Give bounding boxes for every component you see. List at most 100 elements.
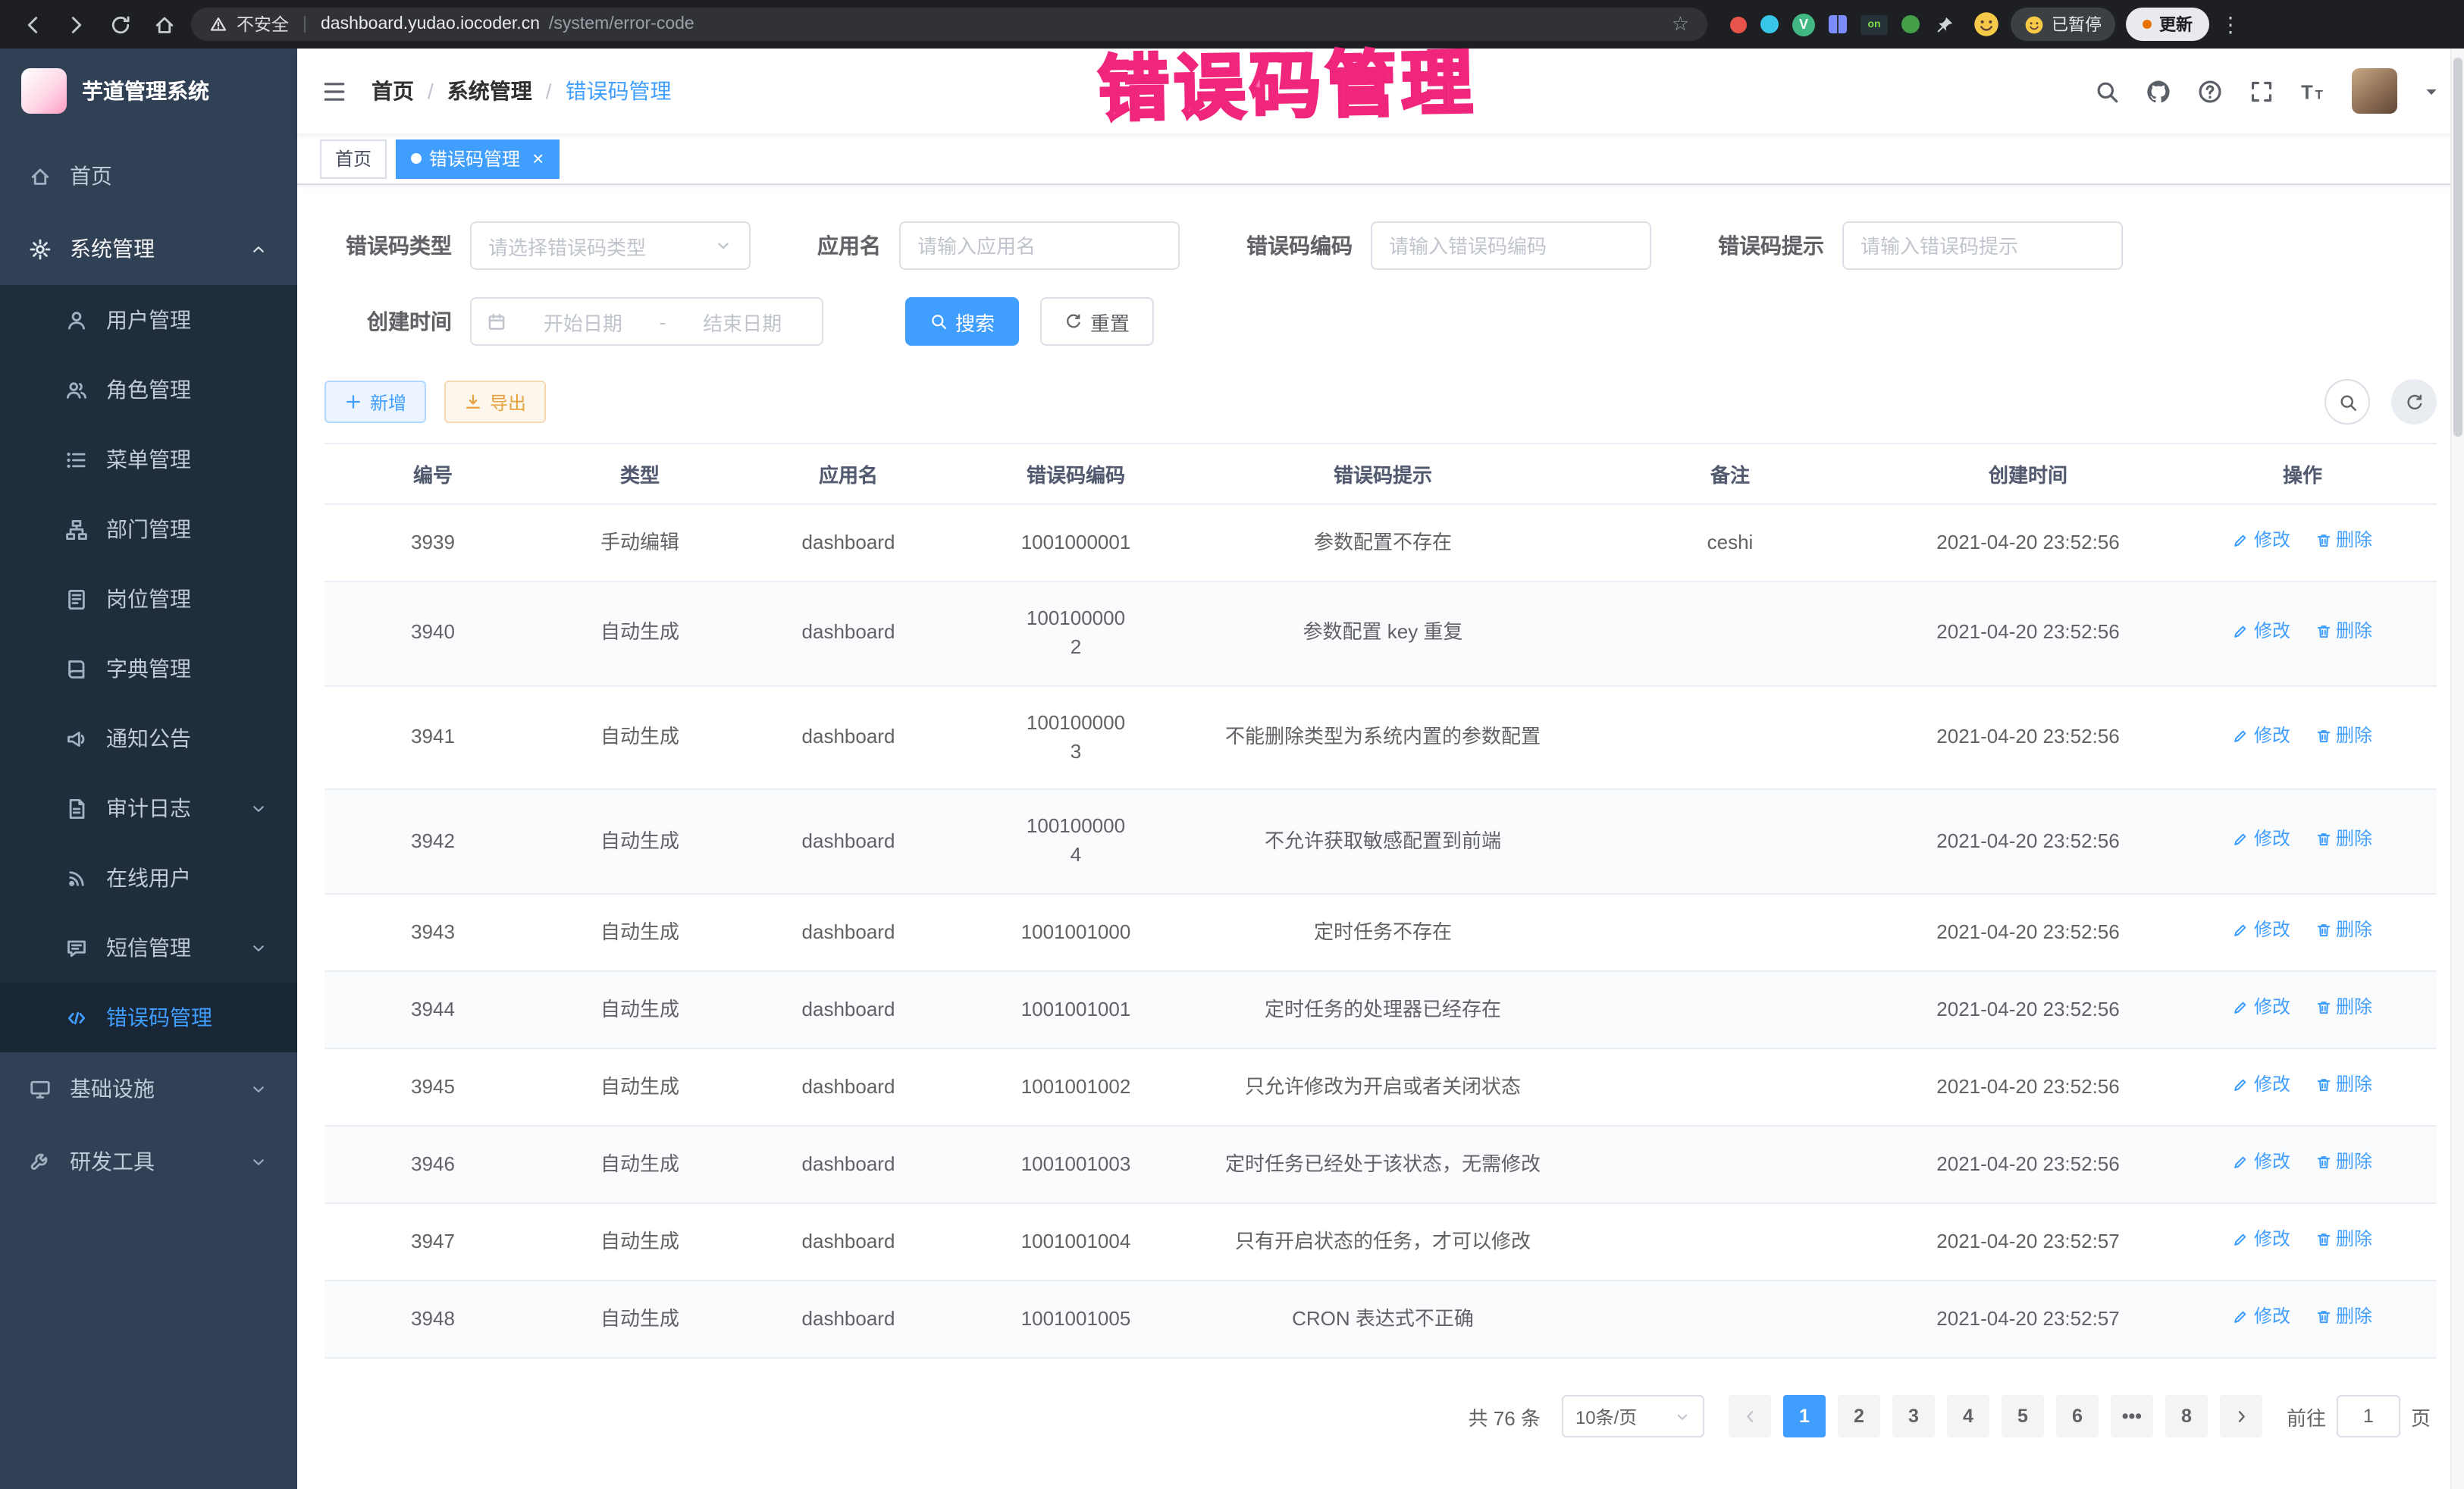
browser-profile-avatar[interactable] xyxy=(1973,11,2000,38)
reset-button[interactable]: 重置 xyxy=(1040,297,1154,346)
user-avatar[interactable] xyxy=(2352,68,2397,114)
search-button[interactable]: 搜索 xyxy=(905,297,1019,346)
back-icon[interactable] xyxy=(15,8,49,41)
colorpicker-extension-icon[interactable] xyxy=(1760,15,1779,33)
app-frame: 芋道管理系统 首页系统管理用户管理角色管理菜单管理部门管理岗位管理字典管理通知公… xyxy=(0,49,2464,1489)
sidebar-item-sms-management[interactable]: 短信管理 xyxy=(0,913,297,983)
sidebar-item-user-management[interactable]: 用户管理 xyxy=(0,285,297,355)
edit-link[interactable]: 修改 xyxy=(2233,1072,2290,1099)
edit-link[interactable]: 修改 xyxy=(2233,1227,2290,1253)
grid-extension-icon[interactable] xyxy=(1829,15,1847,33)
sidebar-item-infrastructure[interactable]: 基础设施 xyxy=(0,1052,297,1125)
pin-extension-icon[interactable] xyxy=(1933,13,1956,36)
vue-devtools-extension-icon[interactable]: V xyxy=(1792,13,1815,36)
bookmark-star-icon[interactable]: ☆ xyxy=(1672,12,1689,36)
edit-link[interactable]: 修改 xyxy=(2233,995,2290,1021)
delete-link[interactable]: 删除 xyxy=(2315,619,2372,645)
goto-page-input[interactable] xyxy=(2337,1396,2400,1438)
page-button-2[interactable]: 2 xyxy=(1838,1396,1880,1438)
scrollbar-thumb[interactable] xyxy=(2453,58,2462,437)
breadcrumb-item[interactable]: 首页 xyxy=(371,76,414,106)
tab-error-code[interactable]: 错误码管理× xyxy=(396,139,559,178)
avatar-caret-icon[interactable] xyxy=(2423,83,2440,99)
close-tab-icon[interactable]: × xyxy=(532,149,544,168)
prev-page-button[interactable] xyxy=(1729,1396,1771,1438)
edit-icon xyxy=(2233,832,2249,848)
breadcrumb-item[interactable]: 系统管理 xyxy=(447,76,532,106)
sidebar-item-online-users[interactable]: 在线用户 xyxy=(0,843,297,913)
sidebar-item-home[interactable]: 首页 xyxy=(0,139,297,212)
paused-badge[interactable]: 已暂停 xyxy=(2011,8,2115,41)
toggle-search-icon[interactable] xyxy=(2324,379,2370,425)
delete-icon xyxy=(2315,832,2331,848)
more-pages-button[interactable]: ••• xyxy=(2111,1396,2153,1438)
select-placeholder: 请选择错误码类型 xyxy=(488,231,646,260)
page-button-5[interactable]: 5 xyxy=(2002,1396,2044,1438)
edit-link[interactable]: 修改 xyxy=(2233,528,2290,554)
switch-extension-icon[interactable]: on xyxy=(1861,14,1888,34)
sidebar-item-audit-log[interactable]: 审计日志 xyxy=(0,773,297,843)
sidebar-menu: 首页系统管理用户管理角色管理菜单管理部门管理岗位管理字典管理通知公告审计日志在线… xyxy=(0,133,297,1489)
browser-menu-icon[interactable]: ⋮ xyxy=(2220,8,2241,41)
refresh-table-icon[interactable] xyxy=(2391,379,2437,425)
sidebar-item-dev-tools[interactable]: 研发工具 xyxy=(0,1125,297,1198)
sidebar-item-role-management[interactable]: 角色管理 xyxy=(0,355,297,425)
sidebar-item-menu-management[interactable]: 菜单管理 xyxy=(0,425,297,494)
reload-icon[interactable] xyxy=(103,8,136,41)
edit-link[interactable]: 修改 xyxy=(2233,826,2290,853)
delete-link[interactable]: 删除 xyxy=(2315,826,2372,853)
recorder-extension-icon[interactable] xyxy=(1730,16,1747,33)
date-range-picker[interactable]: 开始日期 - 结束日期 xyxy=(470,297,823,346)
next-page-button[interactable] xyxy=(2220,1396,2262,1438)
page-size-select[interactable]: 10条/页 xyxy=(1562,1396,1704,1438)
error-type-select[interactable]: 请选择错误码类型 xyxy=(470,221,751,270)
app-logo[interactable]: 芋道管理系统 xyxy=(0,49,297,133)
sidebar-item-error-code-management[interactable]: 错误码管理 xyxy=(0,983,297,1052)
sidebar-item-dict-management[interactable]: 字典管理 xyxy=(0,634,297,704)
font-size-icon[interactable]: TT xyxy=(2300,78,2326,104)
error-code-input[interactable] xyxy=(1389,234,1633,257)
update-button[interactable]: 更新 xyxy=(2126,8,2209,41)
delete-link[interactable]: 删除 xyxy=(2315,917,2372,944)
error-hint-input[interactable] xyxy=(1861,234,2105,257)
sidebar-item-dept-management[interactable]: 部门管理 xyxy=(0,494,297,564)
cell-time: 2021-04-20 23:52:57 xyxy=(1888,1281,2168,1359)
edit-link[interactable]: 修改 xyxy=(2233,917,2290,944)
edit-link[interactable]: 修改 xyxy=(2233,1305,2290,1331)
edit-label: 修改 xyxy=(2254,528,2290,554)
browser-home-icon[interactable] xyxy=(147,8,180,41)
docs-help-icon[interactable] xyxy=(2197,78,2223,104)
edit-link[interactable]: 修改 xyxy=(2233,619,2290,645)
cell-time: 2021-04-20 23:52:57 xyxy=(1888,1203,2168,1281)
page-button-3[interactable]: 3 xyxy=(1892,1396,1935,1438)
page-button-6[interactable]: 6 xyxy=(2056,1396,2099,1438)
sidebar-toggle-icon[interactable] xyxy=(321,78,347,104)
delete-link[interactable]: 删除 xyxy=(2315,1227,2372,1253)
delete-link[interactable]: 删除 xyxy=(2315,1149,2372,1176)
forward-icon[interactable] xyxy=(59,8,92,41)
address-bar[interactable]: 不安全 | dashboard.yudao.iocoder.cn/system/… xyxy=(191,8,1707,41)
page-button-1[interactable]: 1 xyxy=(1783,1396,1826,1438)
github-icon[interactable] xyxy=(2146,78,2171,104)
tab-home[interactable]: 首页 xyxy=(320,139,387,178)
delete-link[interactable]: 删除 xyxy=(2315,528,2372,554)
page-button-4[interactable]: 4 xyxy=(1947,1396,1989,1438)
delete-link[interactable]: 删除 xyxy=(2315,1072,2372,1099)
sidebar-item-notice[interactable]: 通知公告 xyxy=(0,704,297,773)
sidebar-item-post-management[interactable]: 岗位管理 xyxy=(0,564,297,634)
sidebar-item-system-management[interactable]: 系统管理 xyxy=(0,212,297,285)
delete-link[interactable]: 删除 xyxy=(2315,995,2372,1021)
edit-link[interactable]: 修改 xyxy=(2233,1149,2290,1176)
export-button[interactable]: 导出 xyxy=(444,381,546,423)
add-button[interactable]: 新增 xyxy=(324,381,426,423)
delete-link[interactable]: 删除 xyxy=(2315,1305,2372,1331)
fullscreen-icon[interactable] xyxy=(2249,78,2274,104)
delete-link[interactable]: 删除 xyxy=(2315,723,2372,749)
app-name-input[interactable] xyxy=(917,234,1161,257)
table-toolbar: 新增 导出 xyxy=(324,379,2437,425)
page-scrollbar[interactable] xyxy=(2450,49,2464,1489)
edit-link[interactable]: 修改 xyxy=(2233,723,2290,749)
header-search-icon[interactable] xyxy=(2094,78,2120,104)
leaf-extension-icon[interactable] xyxy=(1901,15,1920,33)
page-button-8[interactable]: 8 xyxy=(2165,1396,2208,1438)
